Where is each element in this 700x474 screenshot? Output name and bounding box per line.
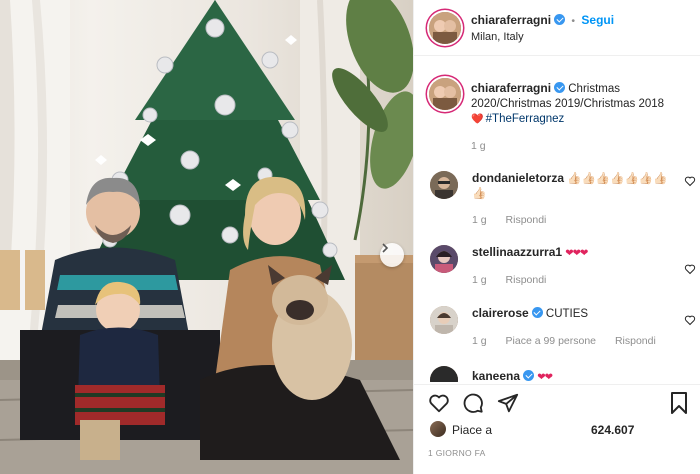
comment-username[interactable]: clairerose <box>472 306 529 320</box>
bookmark-icon[interactable] <box>669 391 689 415</box>
comment-likes[interactable]: Piace a 99 persone <box>506 335 596 347</box>
caption-avatar[interactable] <box>429 78 461 110</box>
photo-illustration <box>0 0 413 474</box>
heart-icon[interactable] <box>428 392 450 414</box>
avatar-image <box>430 306 458 334</box>
comment-text: CUTIES <box>545 308 589 320</box>
reply-button[interactable]: Rispondi <box>615 335 656 347</box>
comment-time: 1 g <box>472 214 487 226</box>
follow-button[interactable]: Segui <box>581 13 614 27</box>
comment-body: clairerose CUTIES <box>472 306 672 322</box>
verified-icon <box>523 370 535 381</box>
comment-avatar[interactable] <box>430 171 458 199</box>
avatar-image <box>430 366 458 382</box>
verified-icon <box>554 14 566 25</box>
comment-text: ❤❤ <box>537 372 553 382</box>
reply-button[interactable]: Rispondi <box>506 214 547 226</box>
verified-icon <box>531 307 543 318</box>
likes-count[interactable]: 624.607 <box>591 423 634 437</box>
comment-avatar[interactable] <box>430 366 458 382</box>
avatar-image <box>430 171 458 199</box>
likes-label: Piace a <box>452 423 493 437</box>
post-photo[interactable] <box>0 0 413 474</box>
comment-item: kaneena ❤❤ <box>430 366 690 382</box>
comment-username[interactable]: dondanieletorza <box>472 171 564 185</box>
comment-time: 1 g <box>472 274 487 286</box>
comment-text: ❤❤❤ <box>565 248 588 259</box>
follow-separator: • <box>571 15 576 27</box>
post-location[interactable]: Milan, Italy <box>471 31 524 43</box>
comment-avatar[interactable] <box>430 245 458 273</box>
liker-avatar[interactable] <box>430 421 446 437</box>
comment-body: kaneena ❤❤ <box>472 369 672 382</box>
next-photo-button[interactable] <box>380 243 404 267</box>
reply-button[interactable]: Rispondi <box>506 274 547 286</box>
caption-time: 1 g <box>471 140 486 152</box>
comment-meta: 1 g Rispondi <box>472 214 562 226</box>
comment-icon[interactable] <box>462 392 484 414</box>
avatar-image <box>429 78 461 110</box>
comment-body: stellinaazzurra1 ❤❤❤ <box>472 245 672 261</box>
comment-avatar[interactable] <box>430 306 458 334</box>
heart-emoji: ❤️ <box>471 114 483 125</box>
verified-icon <box>554 82 566 93</box>
send-icon[interactable] <box>497 392 519 414</box>
post-actions: Piace a 624.607 1 GIORNO FA <box>414 384 700 474</box>
chevron-right-icon <box>382 243 389 253</box>
comment-time: 1 g <box>472 335 487 347</box>
author-username[interactable]: chiaraferragni <box>471 13 551 27</box>
comment-like-icon[interactable] <box>684 175 696 187</box>
post-timestamp: 1 GIORNO FA <box>428 448 486 458</box>
caption-username[interactable]: chiaraferragni <box>471 81 551 95</box>
comment-meta: 1 g Rispondi <box>472 274 562 286</box>
avatar-image <box>429 12 461 44</box>
post-panel: chiaraferragni • Segui Milan, Italy chia… <box>413 0 700 474</box>
comment-like-icon[interactable] <box>684 263 696 275</box>
comment-like-icon[interactable] <box>684 314 696 326</box>
avatar-image <box>430 245 458 273</box>
comment-meta: 1 g Piace a 99 persone Rispondi <box>472 335 672 347</box>
author-avatar[interactable] <box>429 12 461 44</box>
comment-body: dondanieletorza 👍🏻👍🏻👍🏻👍🏻👍🏻👍🏻👍🏻👍🏻 <box>472 171 672 202</box>
comment-username[interactable]: kaneena <box>472 369 520 382</box>
post-header: chiaraferragni • Segui Milan, Italy <box>414 0 700 56</box>
caption-hashtag[interactable]: #TheFerragnez <box>486 113 565 125</box>
comment-username[interactable]: stellinaazzurra1 <box>472 245 562 259</box>
